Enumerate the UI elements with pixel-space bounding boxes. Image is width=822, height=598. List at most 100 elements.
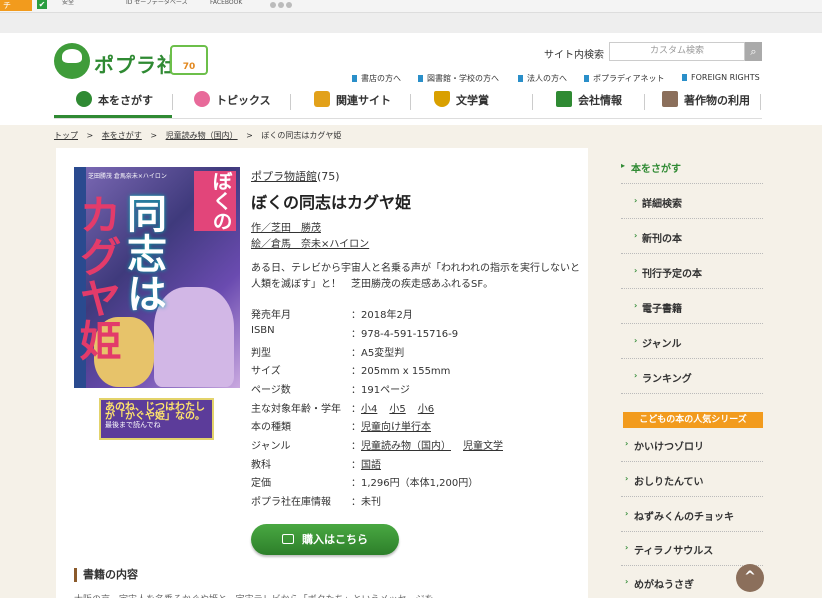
spec-key: 定価: [251, 478, 271, 489]
breadcrumb-find-books[interactable]: 本をさがす: [102, 131, 142, 140]
sidebar-label: 新刊の本: [642, 234, 682, 245]
sidebar-item-detail-search[interactable]: › 詳細検索: [621, 185, 763, 219]
tab-safety[interactable]: 安全: [48, 0, 74, 12]
arrow-icon: ›: [634, 231, 638, 240]
spec-value: ：未刊: [351, 497, 381, 508]
series-item-nezumikun[interactable]: › ねずみくんのチョッキ: [621, 498, 763, 532]
tab-facebook[interactable]: FACEBOOK: [196, 0, 242, 12]
site-logo-text[interactable]: ポプラ社: [94, 49, 178, 78]
series-item-oshiri-tantei[interactable]: › おしりたんてい: [621, 463, 763, 497]
arrow-icon: ›: [634, 196, 638, 205]
arrow-icon: ›: [634, 266, 638, 275]
sidebar-item-ranking[interactable]: › ランキング: [621, 360, 763, 394]
sidebar-item-new-books[interactable]: › 新刊の本: [621, 220, 763, 254]
grade-link[interactable]: 小4: [361, 404, 377, 415]
spec-value: ：小4 小5 小6: [351, 400, 446, 415]
nav-company-info[interactable]: 会社情報: [556, 90, 622, 118]
arrow-icon: ›: [625, 543, 629, 552]
nav-copyright-use[interactable]: 著作物の利用: [662, 90, 750, 118]
nav-divider: [760, 94, 761, 110]
book-cover-image[interactable]: 芝田勝茂 倉馬奈未×ハイロン カグヤ姫 同志は ぼくの: [74, 167, 240, 388]
breadcrumb-current: ぼくの同志はカグヤ姫: [261, 131, 342, 140]
document-icon: [662, 91, 678, 107]
toplink-corporate[interactable]: 法人の方へ: [518, 73, 567, 85]
spec-value: ：205mm x 155mm: [351, 366, 451, 377]
nav-label: 文学賞: [456, 94, 489, 107]
series-item-zorori[interactable]: › かいけつゾロリ: [621, 428, 763, 462]
sidebar-label: ランキング: [642, 374, 692, 385]
grade-link[interactable]: 小5: [389, 404, 405, 415]
grade-link[interactable]: 小6: [418, 404, 434, 415]
header-spacer: [0, 13, 822, 33]
sidebar-item-upcoming[interactable]: › 刊行予定の本: [621, 255, 763, 289]
sidebar-item-ebooks[interactable]: › 電子書籍: [621, 290, 763, 324]
cover-title-part: ぼくの: [194, 171, 236, 231]
nav-divider: [532, 94, 533, 110]
section-text: 大阪の京、宇宙人を名乗るかぐや姫と、宇宙テレビから「ボクたち」というメッセージを: [74, 592, 574, 598]
back-to-top-button[interactable]: ^: [736, 564, 764, 592]
nav-literary-awards[interactable]: 文学賞: [434, 90, 489, 118]
toplink-label: 図書館・学校の方へ: [427, 74, 499, 83]
sidebar-item-find-books[interactable]: ▸ 本をさがす: [621, 150, 763, 184]
cover-title-part: カグヤ姫: [74, 193, 122, 361]
nav-related-sites[interactable]: 関連サイト: [314, 90, 391, 118]
flag-icon: [352, 75, 357, 82]
book-description: ある日、テレビから宇宙人と名乗る声が「われわれの指示を実行しないと人類を滅ぼす」…: [251, 263, 580, 290]
series-label: ねずみくんのチョッキ: [634, 512, 734, 523]
site-header: ポプラ社 70 サイト内検索 カスタム検索 ⌕ 書店の方へ 図書館・学校の方へ …: [0, 33, 822, 125]
nav-divider: [644, 94, 645, 110]
search-icon: ⌕: [750, 45, 757, 58]
spec-value: ：1,296円（本体1,200円）: [351, 478, 479, 489]
breadcrumb-top[interactable]: トップ: [54, 131, 78, 140]
spec-colon: ：: [351, 441, 361, 452]
promo-banner[interactable]: あのね、じつはわたしが「かぐや姫」なの。 最後まで読んでね: [99, 398, 214, 440]
spec-colon: ：: [351, 460, 361, 471]
series-number: (75): [317, 170, 340, 183]
genre-link[interactable]: 児童文学: [463, 441, 503, 452]
arrow-icon: ›: [625, 577, 629, 586]
toplink-poplardia[interactable]: ポプラディアネット: [584, 73, 664, 85]
tab-id-safe-db[interactable]: ID セーフデータベース: [112, 0, 188, 12]
nav-active-indicator: [54, 115, 172, 118]
toplink-foreign-rights[interactable]: FOREIGN RIGHTS: [682, 73, 760, 85]
toplink-library[interactable]: 図書館・学校の方へ: [418, 73, 499, 85]
nav-label: 本をさがす: [98, 94, 153, 107]
genre-link[interactable]: 児童読み物（国内）: [361, 441, 451, 452]
spec-key: 教科: [251, 460, 271, 471]
toplink-label: FOREIGN RIGHTS: [691, 73, 760, 82]
anniversary-badge: 70: [170, 45, 208, 75]
series-link[interactable]: ポプラ物語館: [251, 170, 317, 183]
cart-icon: [282, 534, 294, 544]
sidebar-item-genre[interactable]: › ジャンル: [621, 325, 763, 359]
subject-link[interactable]: 国語: [361, 460, 381, 471]
arrow-icon: ›: [625, 474, 629, 483]
series-item-tyrannosaurus[interactable]: › ティラノサウルス: [621, 532, 763, 566]
search-icon: [76, 91, 92, 107]
breadcrumb-sep: >: [150, 131, 158, 140]
flag-icon: [682, 74, 687, 81]
sidebar-label: 電子書籍: [642, 304, 682, 315]
spec-key: 判型: [251, 348, 271, 359]
spec-colon: ：: [351, 422, 361, 433]
nav-find-books[interactable]: 本をさがす: [76, 90, 153, 118]
illustrator-link[interactable]: 絵／倉馬 奈未×ハイロン: [251, 237, 369, 253]
search-input[interactable]: カスタム検索: [609, 42, 745, 61]
breadcrumb-category[interactable]: 児童読み物（国内）: [166, 131, 238, 140]
nav-divider: [172, 94, 173, 110]
author-link[interactable]: 作／芝田 勝茂: [251, 221, 369, 237]
nav-label: 関連サイト: [336, 94, 391, 107]
search-button[interactable]: ⌕: [745, 42, 762, 61]
toplink-bookstore[interactable]: 書店の方へ: [352, 73, 401, 85]
arrow-icon: ›: [625, 439, 629, 448]
buy-button[interactable]: 購入はこちら: [251, 524, 399, 555]
book-title: ぼくの同志はカグヤ姫: [251, 193, 412, 212]
nav-label: 著作物の利用: [684, 94, 750, 107]
nav-topics[interactable]: トピックス: [194, 90, 271, 118]
tab-orange[interactable]: チ: [0, 0, 32, 11]
nav-label: トピックス: [216, 94, 271, 107]
building-icon: [556, 91, 572, 107]
arrow-icon: ›: [625, 509, 629, 518]
dot-icon: [286, 2, 292, 8]
dot-icon: [278, 2, 284, 8]
book-type-link[interactable]: 児童向け単行本: [361, 422, 431, 433]
